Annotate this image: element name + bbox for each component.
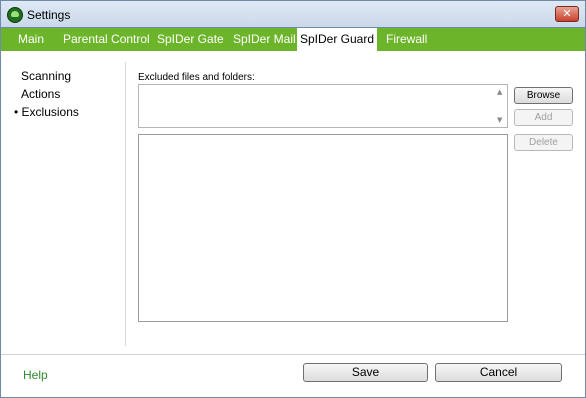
excluded-path-input[interactable]	[138, 84, 508, 128]
tab-firewall[interactable]: Firewall	[386, 28, 427, 51]
help-link[interactable]: Help	[23, 368, 48, 382]
footer-divider	[1, 354, 585, 355]
tab-spider-guard[interactable]: SpIDer Guard	[297, 28, 377, 51]
add-button[interactable]: Add	[514, 109, 573, 126]
cancel-button[interactable]: Cancel	[435, 363, 562, 382]
path-input-scrollbar[interactable]: ▲ ▼	[494, 85, 508, 127]
browse-button[interactable]: Browse	[514, 87, 573, 104]
tab-spider-mail[interactable]: SpIDer Mail	[233, 28, 296, 51]
tab-parental-control[interactable]: Parental Control	[63, 28, 150, 51]
save-button[interactable]: Save	[303, 363, 428, 382]
sidebar-item-exclusions[interactable]: • Exclusions	[14, 105, 79, 119]
sidebar-item-scanning[interactable]: Scanning	[21, 69, 71, 83]
delete-button[interactable]: Delete	[514, 134, 573, 151]
scroll-down-icon[interactable]: ▼	[497, 116, 502, 124]
tab-spider-gate[interactable]: SpIDer Gate	[157, 28, 224, 51]
title-bar: Settings ✕	[0, 0, 586, 28]
tab-bar: Main Parental Control SpIDer Gate SpIDer…	[0, 28, 586, 51]
window-title: Settings	[27, 8, 71, 22]
exclusions-list[interactable]	[138, 134, 508, 322]
excluded-files-label: Excluded files and folders:	[138, 72, 255, 83]
sidebar-divider	[125, 62, 126, 346]
sidebar-item-actions[interactable]: Actions	[21, 87, 60, 101]
tab-main[interactable]: Main	[18, 28, 44, 51]
close-window-button[interactable]: ✕	[555, 6, 579, 22]
scroll-up-icon[interactable]: ▲	[497, 88, 502, 96]
spider-app-icon	[7, 7, 23, 23]
